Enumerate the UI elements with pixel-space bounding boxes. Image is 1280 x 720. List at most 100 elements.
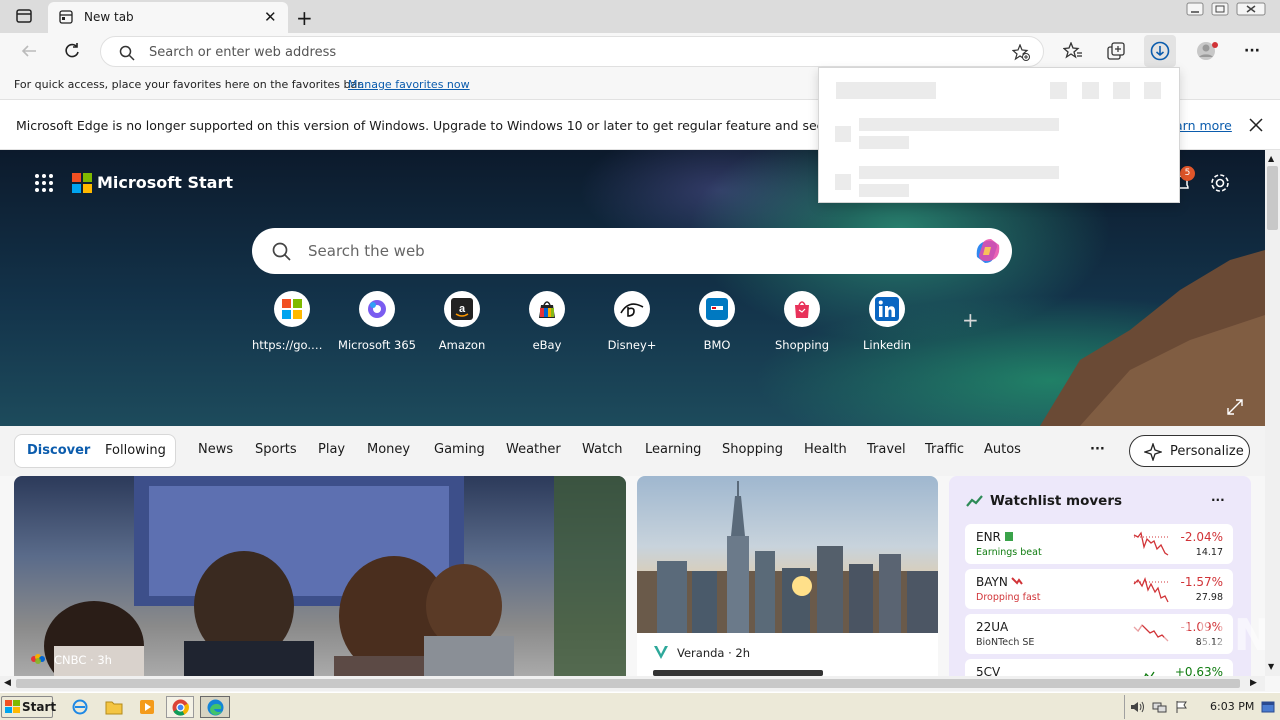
taskbar-edge[interactable] xyxy=(200,696,230,718)
clock[interactable]: 6:03 PM xyxy=(1210,700,1254,713)
quick-link[interactable]: eBay xyxy=(507,291,587,352)
category-health[interactable]: Health xyxy=(804,442,847,457)
expand-background-icon[interactable] xyxy=(1227,399,1243,415)
tab-title: New tab xyxy=(84,10,134,24)
web-search-icon xyxy=(272,242,291,261)
manage-favorites-link[interactable]: Manage favorites now xyxy=(348,78,470,91)
tab-actions-icon[interactable] xyxy=(16,9,32,23)
address-bar[interactable]: Search or enter web address xyxy=(100,36,1044,67)
action-center-flag-icon[interactable] xyxy=(1175,700,1189,714)
feed-navigation: Discover Following News Sports Play Mone… xyxy=(0,426,1265,476)
maximize-button[interactable] xyxy=(1211,2,1229,16)
watchlist-more-icon[interactable]: ··· xyxy=(1211,493,1225,507)
stock-symbol: 5CV xyxy=(976,665,1001,676)
tab-new-tab[interactable]: New tab ✕ xyxy=(48,2,288,33)
infobar-close-icon[interactable] xyxy=(1249,118,1263,132)
quick-link[interactable]: Shopping xyxy=(762,291,842,352)
start-button[interactable]: Start xyxy=(1,696,56,718)
watchlist-row[interactable]: 5CV +0.63% xyxy=(965,659,1233,676)
stock-price: 14.17 xyxy=(1195,547,1223,558)
quick-link-label: Linkedin xyxy=(863,338,911,352)
add-quick-link-icon[interactable]: + xyxy=(962,308,979,332)
web-search-box[interactable]: Search the web xyxy=(252,228,1012,274)
category-play[interactable]: Play xyxy=(318,442,345,457)
refresh-icon[interactable] xyxy=(63,42,81,60)
quick-link-label: Microsoft 365 xyxy=(338,338,416,352)
category-traffic[interactable]: Traffic xyxy=(925,442,964,457)
network-icon[interactable] xyxy=(1152,700,1168,714)
veranda-logo-icon xyxy=(653,644,669,660)
skeleton-title xyxy=(836,82,936,99)
horizontal-scroll-thumb[interactable] xyxy=(16,679,1240,688)
back-icon[interactable] xyxy=(20,43,38,59)
close-window-button[interactable] xyxy=(1236,2,1266,16)
stock-sparkline xyxy=(1144,671,1155,676)
tab-discover[interactable]: Discover xyxy=(27,443,90,458)
stock-change: -1.57% xyxy=(1180,575,1223,589)
volume-icon[interactable] xyxy=(1130,700,1146,714)
profile-avatar[interactable] xyxy=(1196,40,1220,62)
skeleton-icon xyxy=(1050,82,1067,99)
stock-symbol: ENR xyxy=(976,530,1001,544)
category-gaming[interactable]: Gaming xyxy=(434,442,485,457)
quick-link[interactable]: https://go.m... xyxy=(252,291,332,352)
watchlist-row[interactable]: ENR Earnings beat -2.04% 14.17 xyxy=(965,524,1233,564)
category-weather[interactable]: Weather xyxy=(506,442,561,457)
skeleton-icon xyxy=(1082,82,1099,99)
tab-strip: New tab ✕ + xyxy=(0,0,1280,33)
skeleton-line xyxy=(859,166,1059,179)
minimize-button[interactable] xyxy=(1186,2,1204,16)
category-watch[interactable]: Watch xyxy=(582,442,622,457)
more-categories-icon[interactable]: ··· xyxy=(1090,442,1105,457)
category-shopping[interactable]: Shopping xyxy=(722,442,783,457)
personalize-button[interactable]: Personalize xyxy=(1129,435,1250,467)
taskbar-chrome[interactable] xyxy=(166,696,194,718)
category-travel[interactable]: Travel xyxy=(867,442,906,457)
scroll-right-icon[interactable]: ▶ xyxy=(1250,678,1257,688)
file-explorer-icon[interactable] xyxy=(105,699,123,715)
internet-explorer-icon[interactable] xyxy=(72,699,88,715)
quick-link[interactable]: Disney+ xyxy=(592,291,672,352)
tab-close-icon[interactable]: ✕ xyxy=(264,8,277,26)
downloads-flyout xyxy=(818,67,1180,203)
hero-mountain xyxy=(1040,250,1265,426)
quick-link-label: Shopping xyxy=(774,338,829,352)
copilot-icon[interactable] xyxy=(973,237,1003,265)
infobar-message: Microsoft Edge is no longer supported on… xyxy=(16,118,865,133)
category-autos[interactable]: Autos xyxy=(984,442,1021,457)
downloads-button[interactable] xyxy=(1144,35,1176,67)
category-learning[interactable]: Learning xyxy=(645,442,701,457)
new-tab-icon[interactable]: + xyxy=(296,6,313,30)
category-sports[interactable]: Sports xyxy=(255,442,297,457)
vertical-scroll-thumb[interactable] xyxy=(1267,166,1278,230)
media-player-icon[interactable] xyxy=(139,699,155,715)
page-settings-icon[interactable] xyxy=(1209,172,1231,194)
scroll-left-icon[interactable]: ◀ xyxy=(4,678,11,688)
quick-link[interactable]: Microsoft 365 xyxy=(337,291,417,352)
apps-grid-icon[interactable] xyxy=(34,173,54,193)
brand-title[interactable]: Microsoft Start xyxy=(97,173,233,192)
address-placeholder: Search or enter web address xyxy=(149,45,337,60)
tab-following[interactable]: Following xyxy=(105,443,166,458)
show-desktop-icon[interactable] xyxy=(1261,700,1275,714)
vertical-scrollbar[interactable]: ▲ ▼ xyxy=(1265,150,1280,676)
windows-flag-icon xyxy=(5,700,20,714)
quick-link[interactable]: BMO xyxy=(677,291,757,352)
scroll-up-icon[interactable]: ▲ xyxy=(1268,154,1274,163)
quick-link[interactable]: a Amazon xyxy=(422,291,502,352)
scroll-down-icon[interactable]: ▼ xyxy=(1268,662,1274,671)
collections-icon[interactable] xyxy=(1107,42,1127,60)
category-news[interactable]: News xyxy=(198,442,233,457)
favorites-icon[interactable] xyxy=(1063,42,1083,60)
category-money[interactable]: Money xyxy=(367,442,410,457)
news-card-main[interactable]: CNBC · 3h xyxy=(14,476,626,676)
disney-plus-icon xyxy=(614,291,650,327)
settings-more-icon[interactable]: ··· xyxy=(1244,43,1260,59)
watchlist-row[interactable]: BAYN Dropping fast -1.57% 27.98 xyxy=(965,569,1233,609)
add-favorite-icon[interactable] xyxy=(1012,44,1030,61)
quick-link[interactable]: Linkedin xyxy=(847,291,927,352)
learn-more-link[interactable]: arn more xyxy=(1175,118,1232,133)
horizontal-scrollbar[interactable]: ◀ ▶ xyxy=(0,676,1265,691)
quick-link-label: Amazon xyxy=(438,338,486,352)
news-card-secondary[interactable]: Veranda · 2h xyxy=(637,476,938,676)
